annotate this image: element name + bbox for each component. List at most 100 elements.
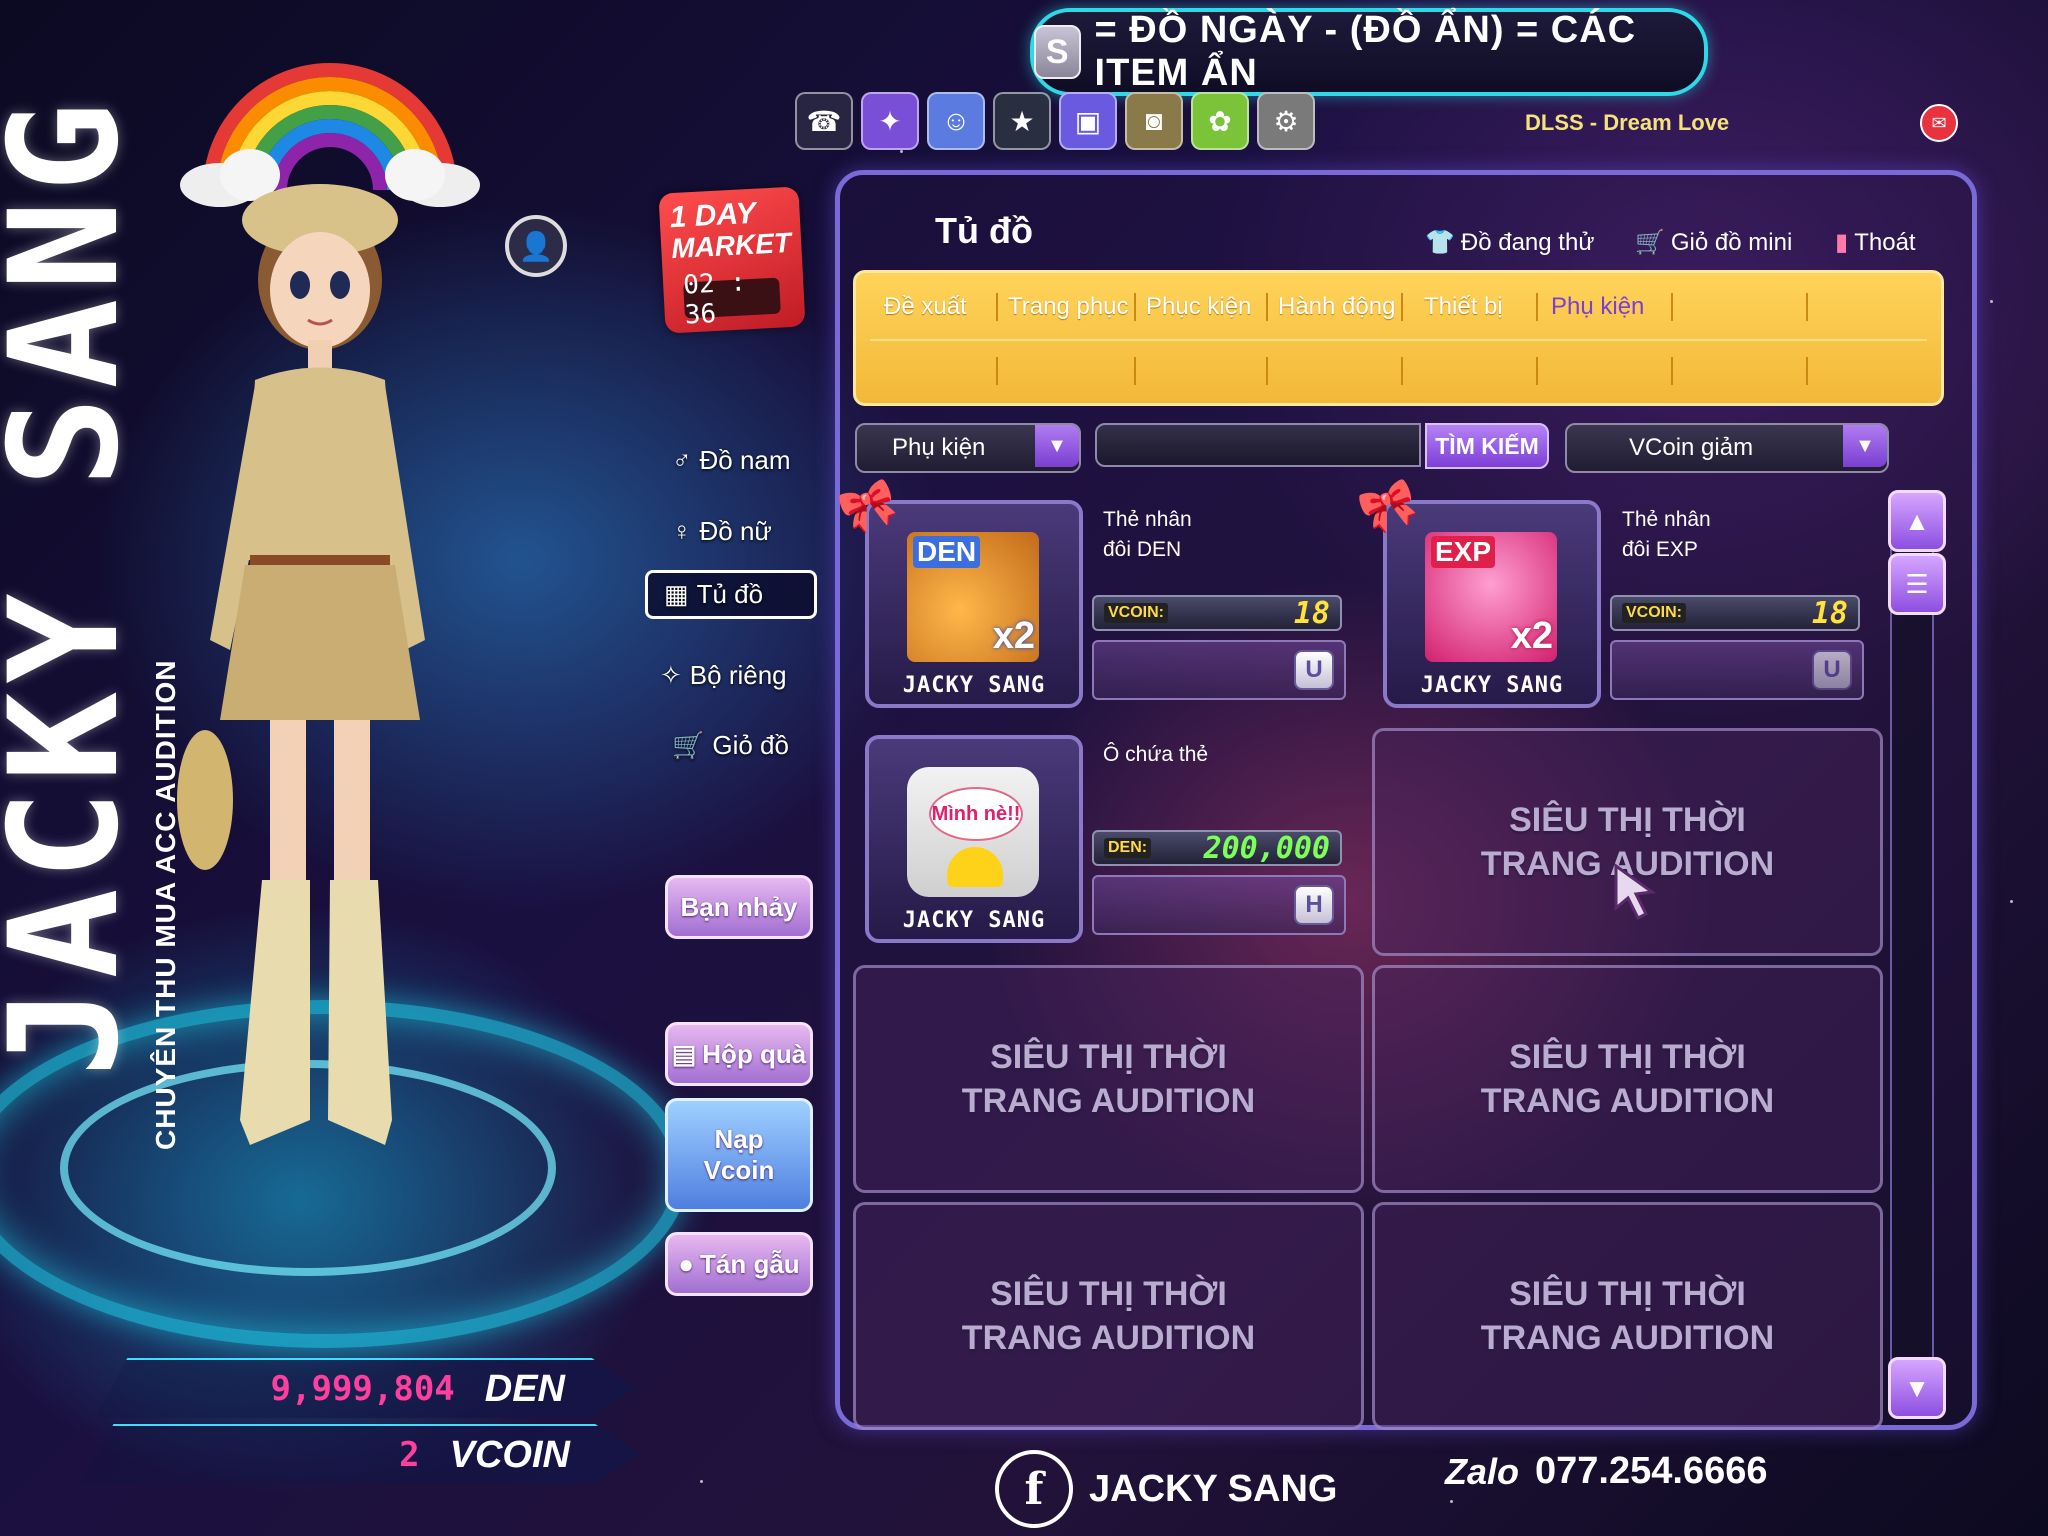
phone-icon[interactable]: ☎ xyxy=(795,92,853,150)
menu-gio-do-label: Giỏ đồ xyxy=(712,730,789,760)
tab-sep xyxy=(1806,293,1808,321)
profile-avatar-icon[interactable]: 👤 xyxy=(505,215,567,277)
menu-do-nu[interactable]: ♀ Đồ nữ xyxy=(672,516,772,547)
item-name: Thẻ nhân đôi EXP xyxy=(1622,505,1711,565)
star-icon[interactable]: ★ xyxy=(993,92,1051,150)
menu-do-nam[interactable]: ♂ Đồ nam xyxy=(672,445,791,476)
item-owner: JACKY SANG xyxy=(902,673,1046,698)
tab-hanh-dong[interactable]: Hành động xyxy=(1278,293,1395,321)
scrollbar-track[interactable] xyxy=(1890,495,1934,1419)
ghost-icon[interactable]: ☺ xyxy=(927,92,985,150)
market-line2: MARKET xyxy=(670,226,792,265)
menu-do-nu-label: Đồ nữ xyxy=(699,516,772,546)
card-slot-art: Mình nè!! xyxy=(907,767,1039,897)
placeholder-line1: SIÊU THỊ THỜI xyxy=(990,1038,1227,1076)
placeholder-line2: TRANG AUDITION xyxy=(1480,1082,1775,1120)
category-dropdown-value: Phụ kiện xyxy=(892,434,986,461)
item-option-bar: U xyxy=(1610,640,1864,700)
exit-button[interactable]: ▮ Thoát xyxy=(1835,228,1916,257)
market-timer: 02 : 36 xyxy=(682,267,781,331)
topup-vcoin-button[interactable]: Nạp Vcoin xyxy=(665,1098,813,1212)
den-balance-bar: 9,999,804 DEN xyxy=(95,1358,635,1418)
gift-tv-icon[interactable]: ▣ xyxy=(1059,92,1117,150)
item-option-bar: H xyxy=(1092,875,1346,935)
tab-sep xyxy=(1401,293,1403,321)
search-button[interactable]: TÌM KIẾM xyxy=(1425,423,1549,469)
tab-sep xyxy=(1536,293,1538,321)
tab-divider xyxy=(870,339,1927,341)
settings-icon[interactable]: ⚙ xyxy=(1257,92,1315,150)
category-tab-bar: Đề xuất Trang phục Phục kiện Hành động T… xyxy=(853,270,1944,406)
tab-sep xyxy=(1671,293,1673,321)
hidden-flag-button[interactable]: H xyxy=(1294,885,1334,925)
topup-vcoin-label: Nạp Vcoin xyxy=(703,1124,775,1185)
notification-icon[interactable]: ✉ xyxy=(1920,104,1958,142)
menu-tu-do[interactable]: ▦ Tủ đồ xyxy=(645,570,817,619)
tab-phuc-kien[interactable]: Phục kiện xyxy=(1146,293,1251,321)
chat-button[interactable]: ● Tán gẫu xyxy=(665,1232,813,1296)
menu-do-nam-label: Đồ nam xyxy=(699,445,791,475)
unlimited-flag-button[interactable]: U xyxy=(1812,650,1852,690)
item-card-exp-x2[interactable]: EXP x2 JACKY SANG xyxy=(1383,500,1601,708)
item-price-bar: DEN: 200,000 xyxy=(1092,830,1342,866)
tab-sep xyxy=(996,357,998,385)
scroll-thumb[interactable]: ☰ xyxy=(1888,553,1946,615)
try-on-button[interactable]: 👕 Đồ đang thử xyxy=(1425,228,1594,257)
one-day-market-button[interactable]: 1 DAY MARKET 02 : 36 xyxy=(658,186,806,334)
speech-bubble-text: Mình nè!! xyxy=(931,802,1021,825)
menu-bo-rieng[interactable]: ✧ Bộ riêng xyxy=(660,660,787,691)
scroll-down-button[interactable]: ▼ xyxy=(1888,1357,1946,1419)
item-name: Ô chứa thẻ xyxy=(1103,740,1208,770)
chevron-down-icon: ▼ xyxy=(1843,425,1887,467)
item-name-line1: Thẻ nhân xyxy=(1622,508,1711,531)
chevron-down-icon: ▼ xyxy=(1035,425,1079,467)
facebook-icon: f xyxy=(995,1450,1073,1528)
tab-de-xuat[interactable]: Đề xuất xyxy=(884,293,967,321)
item-card-den-x2[interactable]: DEN x2 JACKY SANG xyxy=(865,500,1083,708)
tab-sep xyxy=(1266,357,1268,385)
tab-sep xyxy=(1134,293,1136,321)
mini-cart-label: Giỏ đồ mini xyxy=(1670,228,1793,256)
mascot-icon[interactable]: ✦ xyxy=(861,92,919,150)
menu-gio-do[interactable]: 🛒 Giỏ đồ xyxy=(672,730,789,761)
placeholder-line1: SIÊU THỊ THỜI xyxy=(1509,1275,1746,1313)
photo-icon[interactable]: ◙ xyxy=(1125,92,1183,150)
top-legend-banner: S = ĐỒ NGÀY - (ĐỒ ẨN) = CÁC ITEM ẨN xyxy=(1030,8,1708,96)
item-name-line2: đôi DEN xyxy=(1103,538,1182,561)
person-icon xyxy=(947,847,1003,887)
tab-thiet-bi[interactable]: Thiết bị xyxy=(1424,293,1503,321)
item-price-bar: VCOIN: 18 xyxy=(1610,595,1860,631)
gift-box-icon: ▤ xyxy=(671,1038,697,1069)
mini-cart-button[interactable]: 🛒 Giỏ đồ mini xyxy=(1635,228,1792,257)
s-badge-icon: S xyxy=(1034,25,1081,79)
empty-slot: SIÊU THỊ THỜI TRANG AUDITION xyxy=(853,1202,1364,1430)
vcoin-balance-value: 2 xyxy=(399,1435,420,1475)
scroll-up-button[interactable]: ▲ xyxy=(1888,490,1946,552)
gift-box-button[interactable]: ▤ Hộp quà xyxy=(665,1022,813,1086)
item-name-line1: Thẻ nhân xyxy=(1103,508,1192,531)
category-dropdown[interactable]: Phụ kiện ▼ xyxy=(855,423,1081,473)
dance-partner-button[interactable]: Bạn nhảy xyxy=(665,875,813,939)
price-value: 200,000 xyxy=(1203,830,1330,866)
brand-vertical-name: JACKY SANG xyxy=(0,93,152,1077)
vcoin-balance-bar: 2 VCOIN xyxy=(80,1424,640,1484)
unlimited-flag-button[interactable]: U xyxy=(1294,650,1334,690)
item-price-bar: VCOIN: 18 xyxy=(1092,595,1342,631)
exit-label: Thoát xyxy=(1854,228,1916,256)
item-card-card-slot[interactable]: Mình nè!! JACKY SANG xyxy=(865,735,1083,943)
tab-trang-phuc[interactable]: Trang phục xyxy=(1008,293,1129,321)
tab-phu-kien[interactable]: Phụ kiện xyxy=(1551,293,1644,321)
price-currency-label: DEN: xyxy=(1104,838,1152,858)
empty-slot: SIÊU THỊ THỜI TRANG AUDITION xyxy=(1372,728,1883,956)
tab-sep xyxy=(1536,357,1538,385)
item-name-line2: đôi EXP xyxy=(1622,538,1698,561)
garden-icon[interactable]: ✿ xyxy=(1191,92,1249,150)
sort-dropdown[interactable]: VCoin giảm ▼ xyxy=(1565,423,1889,473)
item-name: Thẻ nhân đôi DEN xyxy=(1103,505,1192,565)
search-input[interactable] xyxy=(1095,423,1421,467)
tab-sep xyxy=(1266,293,1268,321)
female-icon: ♀ xyxy=(672,516,692,546)
tab-sep xyxy=(1671,357,1673,385)
empty-slot: SIÊU THỊ THỜI TRANG AUDITION xyxy=(1372,1202,1883,1430)
den-unit-label: DEN xyxy=(484,1367,565,1410)
